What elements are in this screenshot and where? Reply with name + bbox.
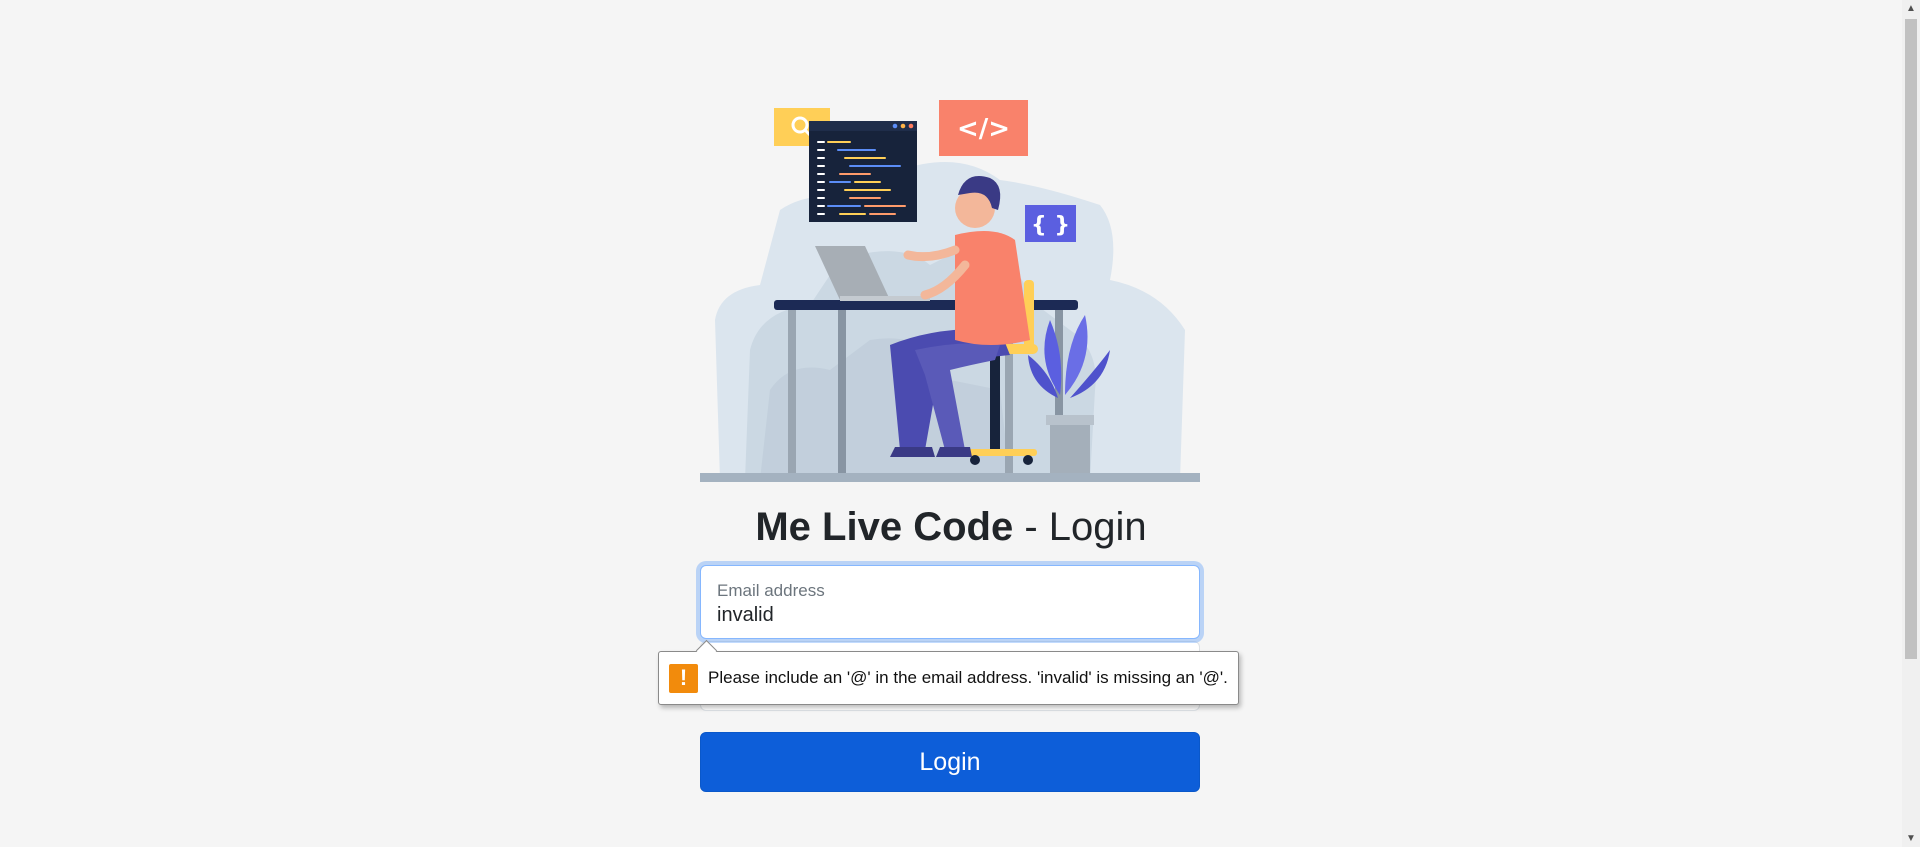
- vertical-scrollbar[interactable]: ▲ ▼: [1902, 0, 1920, 847]
- email-label: Email address: [717, 581, 825, 600]
- email-input[interactable]: [717, 604, 1177, 627]
- title-page: Login: [1048, 505, 1147, 549]
- code-window: [809, 121, 917, 222]
- page-title: Me Live Code - Login: [0, 503, 1902, 551]
- login-form: Email address Login: [700, 565, 1200, 792]
- email-field[interactable]: Email address: [700, 565, 1200, 639]
- validation-tooltip: ! Please include an '@' in the email add…: [658, 651, 1239, 705]
- scroll-up-icon[interactable]: ▲: [1902, 0, 1920, 17]
- scroll-down-icon[interactable]: ▼: [1902, 830, 1920, 847]
- developer-illustration: </> { }: [700, 100, 1200, 482]
- braces-icon: { }: [1025, 205, 1076, 242]
- validation-message: Please include an '@' in the email addre…: [708, 668, 1228, 687]
- brand-name: Me Live Code: [755, 505, 1014, 549]
- login-page: </> { } Me Live Code - Login Email addre…: [0, 0, 1920, 847]
- code-tag-text: </>: [957, 114, 1010, 144]
- code-tag-icon: </>: [939, 100, 1028, 156]
- login-button[interactable]: Login: [700, 732, 1200, 792]
- warning-icon: !: [669, 663, 698, 693]
- title-separator: -: [1013, 505, 1049, 549]
- scrollbar-thumb[interactable]: [1905, 19, 1917, 659]
- braces-text: { }: [1031, 213, 1070, 238]
